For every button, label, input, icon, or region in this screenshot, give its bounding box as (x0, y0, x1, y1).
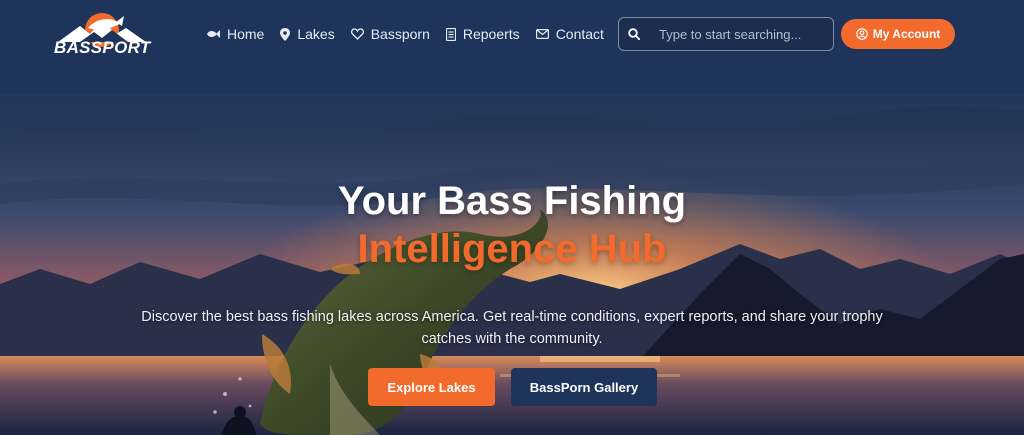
nav-item-lakes[interactable]: Lakes (280, 25, 335, 43)
nav-label: Home (227, 26, 265, 42)
nav-item-bassporn[interactable]: Bassporn (350, 25, 430, 43)
hero-description: Discover the best bass fishing lakes acr… (141, 309, 883, 347)
user-circle-icon (855, 28, 868, 40)
nav-label: Bassporn (370, 26, 430, 42)
search-box (618, 17, 834, 51)
envelope-icon (535, 29, 549, 39)
hero-title: Your Bass Fishing (337, 179, 687, 223)
nav-label: Repoerts (462, 26, 520, 42)
nav-item-contact[interactable]: Contact (535, 25, 604, 43)
document-icon (445, 27, 456, 41)
explore-lakes-button[interactable]: Explore Lakes (368, 368, 495, 406)
nav-item-reports[interactable]: Repoerts (445, 25, 520, 43)
my-account-label: My Account (872, 27, 941, 41)
heart-icon (350, 28, 364, 40)
fish-icon (207, 30, 220, 38)
nav-item-home[interactable]: Home (206, 25, 264, 43)
map-pin-icon (280, 27, 291, 41)
site-header: BASSPORT Home Lakes Bassporn Repoerts Co… (0, 0, 1024, 94)
main-nav: Home Lakes Bassporn Repoerts Contact (206, 25, 620, 43)
nav-label: Contact (555, 26, 604, 42)
hero-title-accent: Intelligence Hub (357, 227, 667, 271)
nav-label: Lakes (297, 26, 335, 42)
hero-section: Your Bass Fishing Intelligence Hub Disco… (0, 94, 1024, 435)
my-account-button[interactable]: My Account (841, 19, 955, 49)
search-icon (628, 28, 640, 40)
brand-name: BASSPORT (54, 38, 151, 57)
bassporn-gallery-button[interactable]: BassPorn Gallery (511, 368, 657, 406)
search-input[interactable] (659, 26, 819, 42)
